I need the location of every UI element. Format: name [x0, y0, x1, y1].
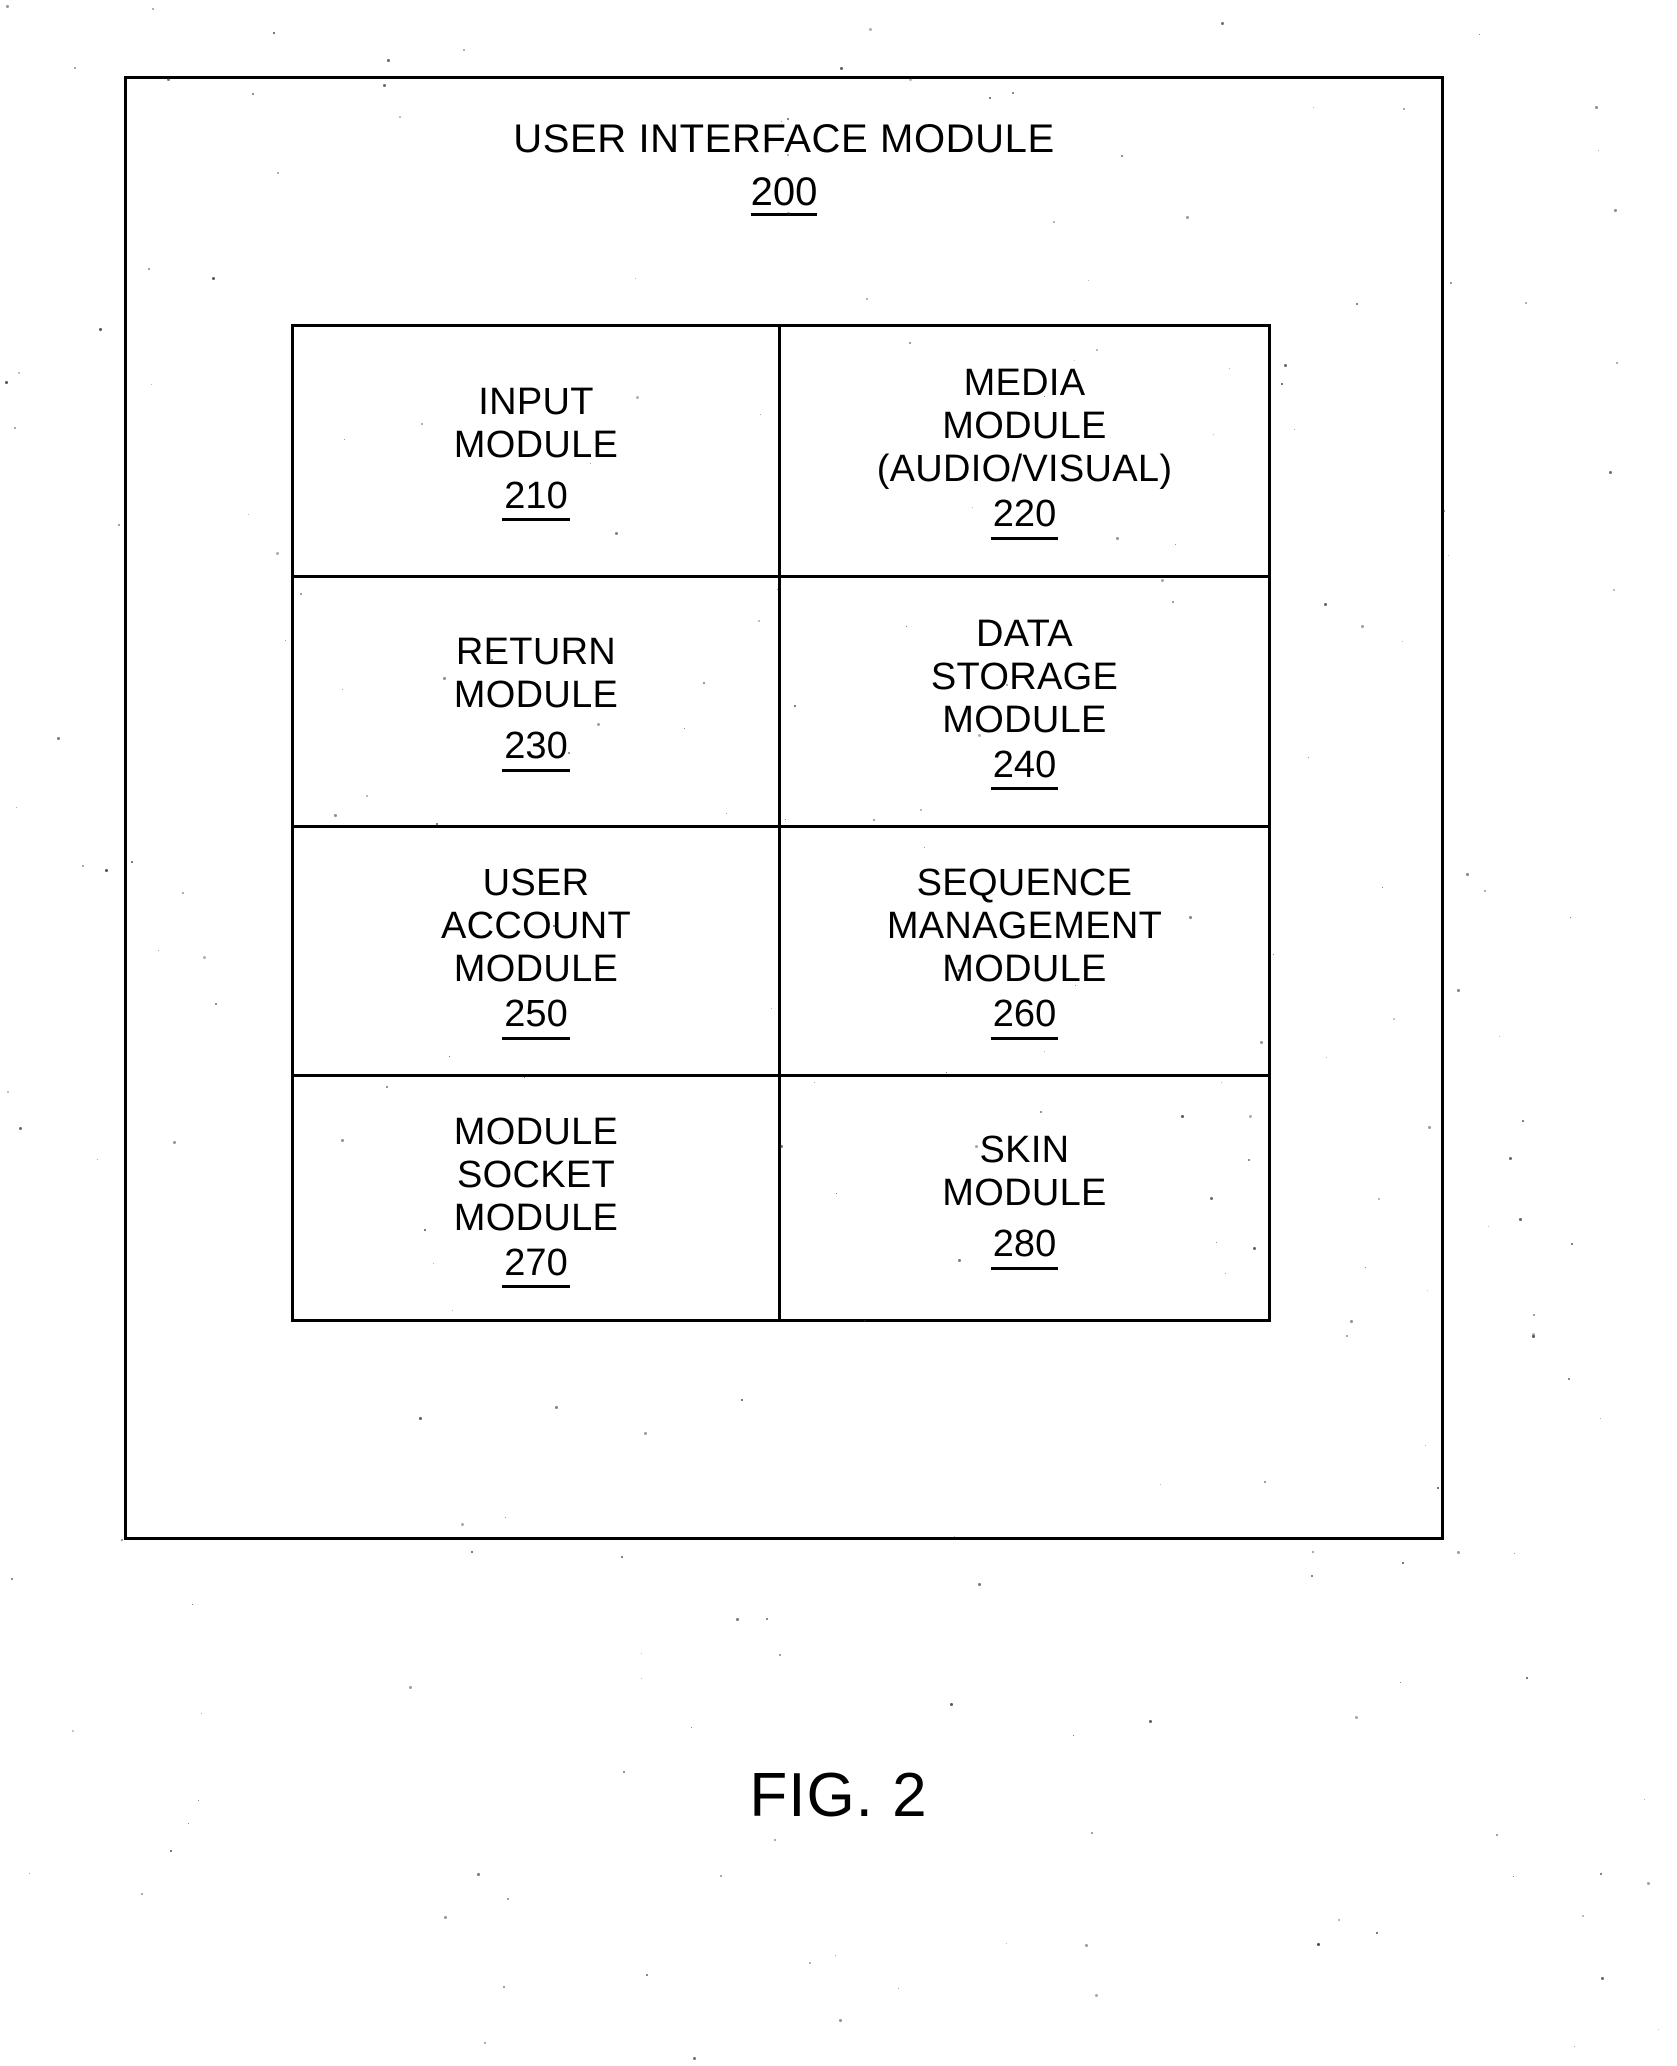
figure-outer-frame: USER INTERFACE MODULE 200 INPUT MODULE 2… — [124, 76, 1444, 1540]
module-label: INPUT MODULE — [453, 380, 619, 466]
module-grid: INPUT MODULE 210 MEDIA MODULE (AUDIO/VIS… — [291, 324, 1271, 1322]
figure-heading: USER INTERFACE MODULE 200 — [127, 119, 1441, 216]
module-label: RETURN MODULE — [453, 631, 619, 717]
module-label: DATA STORAGE MODULE — [930, 612, 1119, 741]
heading-reference-numeral: 200 — [750, 170, 818, 216]
module-reference-numeral: 220 — [990, 493, 1059, 540]
module-reference-numeral: 210 — [502, 475, 570, 522]
module-reference-numeral: 280 — [990, 1223, 1059, 1270]
module-cell-data-storage: DATA STORAGE MODULE 240 — [781, 578, 1268, 828]
page-title: USER INTERFACE MODULE — [513, 117, 1055, 161]
module-cell-user-account: USER ACCOUNT MODULE 250 — [294, 828, 781, 1077]
module-label: SEQUENCE MANAGEMENT MODULE — [886, 862, 1163, 991]
module-cell-media: MEDIA MODULE (AUDIO/VISUAL) 220 — [781, 327, 1268, 578]
module-label: MODULE SOCKET MODULE — [453, 1110, 619, 1239]
module-label: USER ACCOUNT MODULE — [441, 862, 631, 991]
module-label: MEDIA MODULE (AUDIO/VISUAL) — [876, 362, 1173, 491]
module-cell-return: RETURN MODULE 230 — [294, 578, 781, 828]
module-reference-numeral: 230 — [502, 725, 570, 772]
module-cell-module-socket: MODULE SOCKET MODULE 270 — [294, 1077, 781, 1322]
figure-caption: FIG. 2 — [749, 1761, 928, 1830]
module-reference-numeral: 250 — [502, 993, 570, 1040]
module-label: SKIN MODULE — [942, 1129, 1107, 1215]
module-reference-numeral: 260 — [990, 993, 1059, 1040]
module-cell-sequence-management: SEQUENCE MANAGEMENT MODULE 260 — [781, 828, 1268, 1077]
module-cell-input: INPUT MODULE 210 — [294, 327, 781, 578]
module-reference-numeral: 240 — [990, 744, 1059, 791]
module-reference-numeral: 270 — [502, 1242, 570, 1289]
module-cell-skin: SKIN MODULE 280 — [781, 1077, 1268, 1322]
